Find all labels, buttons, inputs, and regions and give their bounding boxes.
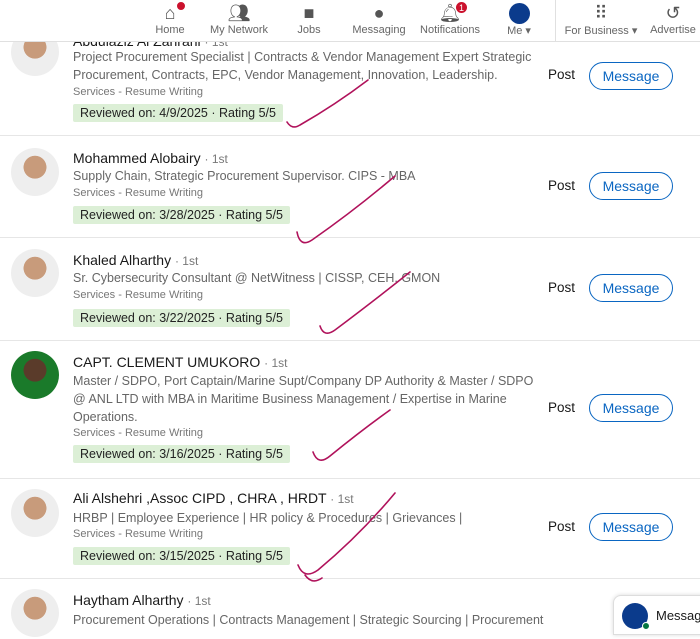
- avatar[interactable]: [11, 148, 59, 196]
- headline: Master / SDPO, Port Captain/Marine Supt/…: [73, 372, 543, 426]
- review-badge: Reviewed on: 4/9/2025 · Rating 5/5: [73, 104, 283, 122]
- post-link[interactable]: Post: [548, 519, 575, 534]
- nav-me[interactable]: Me ▾: [479, 2, 559, 37]
- headline: Sr. Cybersecurity Consultant @ NetWitnes…: [73, 269, 543, 287]
- messaging-label: Messaging: [656, 608, 700, 623]
- review-badge: Reviewed on: 3/22/2025 · Rating 5/5: [73, 309, 290, 327]
- review-badge: Reviewed on: 3/15/2025 · Rating 5/5: [73, 547, 290, 565]
- avatar[interactable]: [11, 249, 59, 297]
- services: Services - Resume Writing: [73, 289, 203, 301]
- post-link[interactable]: Post: [548, 280, 575, 295]
- avatar[interactable]: [11, 489, 59, 537]
- messaging-overlay[interactable]: Messaging: [613, 595, 700, 635]
- nav-label: My Network: [210, 24, 268, 36]
- nav-messaging[interactable]: ●Messaging: [339, 2, 419, 36]
- profile-name[interactable]: CAPT. CLEMENT UMUKORO · 1st: [73, 354, 287, 370]
- advertise-icon: ↺: [633, 2, 700, 24]
- avatar[interactable]: [11, 351, 59, 399]
- list-item: Haytham Alharthy · 1st Procurement Opera…: [0, 579, 700, 639]
- home-icon: ⌂: [130, 2, 210, 24]
- nav-label: Jobs: [297, 24, 320, 36]
- services: Services - Resume Writing: [73, 187, 203, 199]
- bell-icon: 🔔︎1: [410, 2, 490, 24]
- nav-label: For Business: [565, 25, 629, 37]
- nav-advertise[interactable]: ↺Advertise: [633, 2, 700, 36]
- people-icon: 👥︎: [199, 2, 279, 24]
- headline: Project Procurement Specialist | Contrac…: [73, 48, 543, 84]
- nav-label: Messaging: [352, 24, 405, 36]
- nav-notifications[interactable]: 🔔︎1Notifications: [410, 2, 490, 36]
- list-item: Khaled Alharthy · 1st Sr. Cybersecurity …: [0, 238, 700, 341]
- nav-my-network[interactable]: 👥︎My Network: [199, 2, 279, 36]
- nav-jobs[interactable]: ■Jobs: [269, 2, 349, 36]
- briefcase-icon: ■: [269, 2, 349, 24]
- profile-name[interactable]: Ali Alshehri ,Assoc CIPD , CHRA , HRDT ·…: [73, 490, 354, 506]
- headline: HRBP | Employee Experience | HR policy &…: [73, 509, 543, 527]
- profile-name[interactable]: Khaled Alharthy · 1st: [73, 252, 198, 268]
- chat-icon: ●: [339, 2, 419, 24]
- list-item: Ali Alshehri ,Assoc CIPD , CHRA , HRDT ·…: [0, 479, 700, 579]
- review-badge: Reviewed on: 3/16/2025 · Rating 5/5: [73, 445, 290, 463]
- list-item: Mohammed Alobairy · 1st Supply Chain, St…: [0, 136, 700, 238]
- services: Services - Resume Writing: [73, 427, 203, 439]
- nav-label: Notifications: [420, 24, 480, 36]
- review-badge: Reviewed on: 3/28/2025 · Rating 5/5: [73, 206, 290, 224]
- profile-name[interactable]: Haytham Alharthy · 1st: [73, 592, 211, 608]
- services: Services - Resume Writing: [73, 86, 203, 98]
- list-item: CAPT. CLEMENT UMUKORO · 1st Master / SDP…: [0, 341, 700, 479]
- top-nav: ⌂Home 👥︎My Network ■Jobs ●Messaging 🔔︎1N…: [0, 0, 700, 42]
- profile-name[interactable]: Mohammed Alobairy · 1st: [73, 150, 228, 166]
- headline: Procurement Operations | Contracts Manag…: [73, 611, 593, 629]
- notification-badge: 1: [455, 1, 468, 14]
- message-button[interactable]: Message: [589, 394, 673, 422]
- message-button[interactable]: Message: [589, 513, 673, 541]
- nav-label: Me: [507, 25, 522, 37]
- post-link[interactable]: Post: [548, 400, 575, 415]
- post-link[interactable]: Post: [548, 178, 575, 193]
- avatar: [479, 2, 559, 24]
- nav-label: Home: [155, 24, 184, 36]
- headline: Supply Chain, Strategic Procurement Supe…: [73, 167, 543, 185]
- avatar[interactable]: [11, 589, 59, 637]
- services: Services - Resume Writing: [73, 528, 203, 540]
- message-button[interactable]: Message: [589, 62, 673, 90]
- message-button[interactable]: Message: [589, 274, 673, 302]
- message-button[interactable]: Message: [589, 172, 673, 200]
- nav-home[interactable]: ⌂Home: [130, 2, 210, 36]
- post-link[interactable]: Post: [548, 67, 575, 82]
- online-status-icon: [642, 622, 650, 630]
- nav-label: Advertise: [650, 24, 696, 36]
